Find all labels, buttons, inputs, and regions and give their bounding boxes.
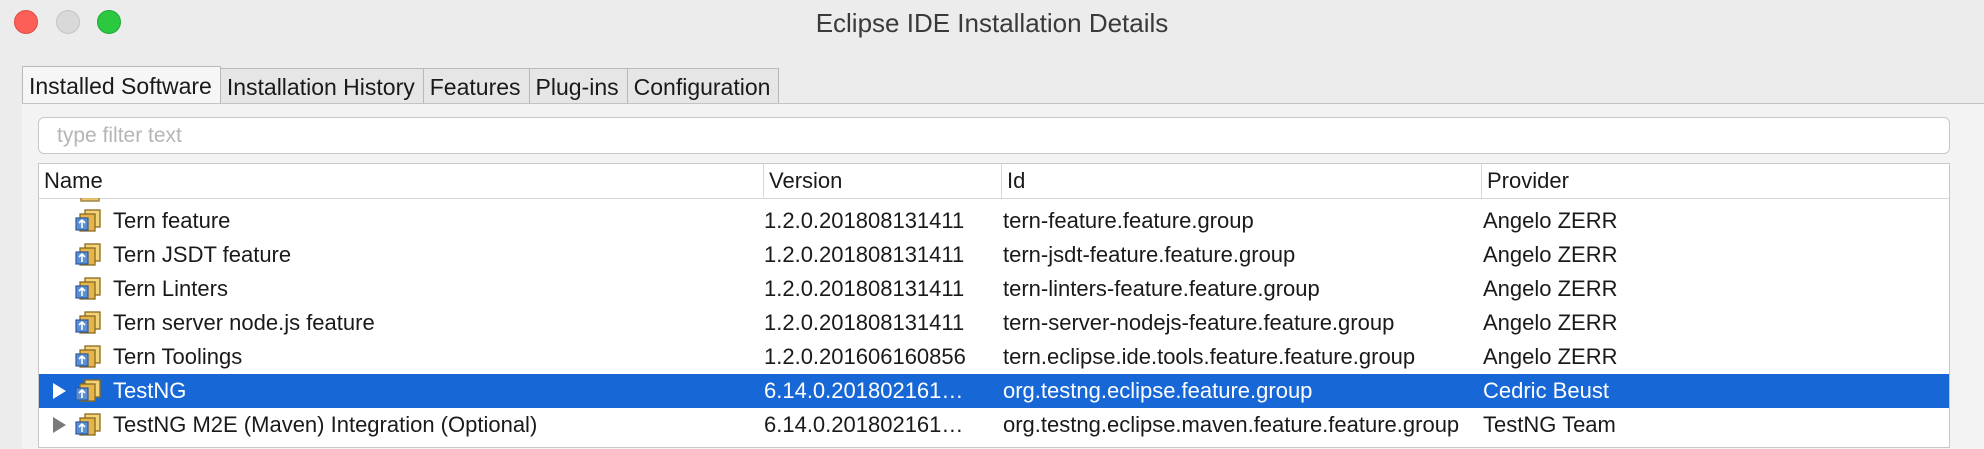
column-header-id[interactable]: Id: [1001, 164, 1481, 198]
row-provider: Angelo ZERR: [1483, 344, 1618, 369]
row-provider: Angelo ZERR: [1483, 310, 1618, 335]
feature-group-icon: [75, 311, 101, 334]
feature-group-icon: [75, 413, 101, 436]
table-row[interactable]: TestNG 6.14.0.201802161… org.testng.eclips…: [39, 374, 1949, 408]
installation-details-window: Eclipse IDE Installation Details Install…: [0, 0, 1984, 449]
row-name: TestNG: [113, 378, 187, 403]
feature-group-icon: [75, 379, 101, 402]
row-name: Tern Toolings: [113, 344, 243, 369]
installed-software-table[interactable]: Name Version Id Provider Tern feature 1.2…: [38, 163, 1950, 448]
row-version: 1.2.0.201606160856: [764, 344, 966, 369]
row-id: org.testng.eclipse.maven.feature.feature…: [1003, 412, 1460, 437]
column-header-version[interactable]: Version: [763, 164, 1001, 198]
row-provider: Cedric Beust: [1483, 378, 1609, 403]
feature-group-icon: [75, 209, 101, 232]
expand-row-toggle-icon[interactable]: [53, 383, 66, 399]
column-header-name[interactable]: Name: [39, 164, 763, 198]
table-row[interactable]: Tern feature 1.2.0.201808131411 tern-featu…: [39, 204, 1949, 238]
row-provider: Angelo ZERR: [1483, 242, 1618, 267]
row-provider: Angelo ZERR: [1483, 276, 1618, 301]
table-row[interactable]: Tern Toolings 1.2.0.201606160856 tern.ecli…: [39, 340, 1949, 374]
tab-configuration[interactable]: Configuration: [627, 68, 780, 104]
column-header-provider[interactable]: Provider: [1481, 164, 1949, 198]
row-name: Tern Linters: [113, 276, 228, 301]
table-row[interactable]: Tern JSDT feature 1.2.0.201808131411 tern-…: [39, 238, 1949, 272]
row-provider: TestNG Team: [1483, 412, 1616, 437]
row-version: 1.2.0.201808131411: [764, 276, 965, 301]
table-row[interactable]: TestNG M2E (Maven) Integration (Optional…: [39, 408, 1949, 442]
row-version: 1.2.0.201808131411: [764, 242, 965, 267]
tab-features[interactable]: Features: [423, 68, 530, 104]
row-name: Tern JSDT feature: [113, 242, 292, 267]
expand-row-toggle-icon[interactable]: [53, 417, 66, 433]
row-id: tern-server-nodejs-feature.feature.group: [1003, 310, 1395, 335]
filter-input[interactable]: [38, 117, 1950, 154]
row-version: 1.2.0.201808131411: [764, 208, 965, 233]
table-row[interactable]: Tern server node.js feature 1.2.0.2018081…: [39, 306, 1949, 340]
row-provider: Angelo ZERR: [1483, 208, 1618, 233]
table-header: Name Version Id Provider: [39, 164, 1949, 199]
row-name: TestNG M2E (Maven) Integration (Optional…: [113, 412, 538, 437]
tab-installed-software[interactable]: Installed Software: [22, 66, 221, 104]
feature-group-icon: [75, 277, 101, 300]
tab-installation-history[interactable]: Installation History: [220, 68, 424, 104]
table-row[interactable]: Tern Linters 1.2.0.201808131411 tern-linte…: [39, 272, 1949, 306]
row-version: 1.2.0.201808131411: [764, 310, 965, 335]
row-name: Tern server node.js feature: [113, 310, 375, 335]
row-id: org.testng.eclipse.feature.group: [1003, 378, 1313, 403]
tab-plug-ins[interactable]: Plug-ins: [529, 68, 628, 104]
tab-bar: Installed Software Installation History …: [22, 66, 780, 104]
row-id: tern.eclipse.ide.tools.feature.feature.g…: [1003, 344, 1416, 369]
feature-group-icon: [75, 243, 101, 266]
row-id: tern-jsdt-feature.feature.group: [1003, 242, 1296, 267]
title-bar: Eclipse IDE Installation Details: [0, 0, 1984, 44]
row-id: tern-feature.feature.group: [1003, 208, 1254, 233]
row-version: 6.14.0.201802161…: [764, 412, 964, 437]
row-name: Tern feature: [113, 208, 231, 233]
row-id: tern-linters-feature.feature.group: [1003, 276, 1320, 301]
feature-group-icon: [75, 345, 101, 368]
row-version: 6.14.0.201802161…: [764, 378, 964, 403]
window-title: Eclipse IDE Installation Details: [815, 8, 1169, 38]
